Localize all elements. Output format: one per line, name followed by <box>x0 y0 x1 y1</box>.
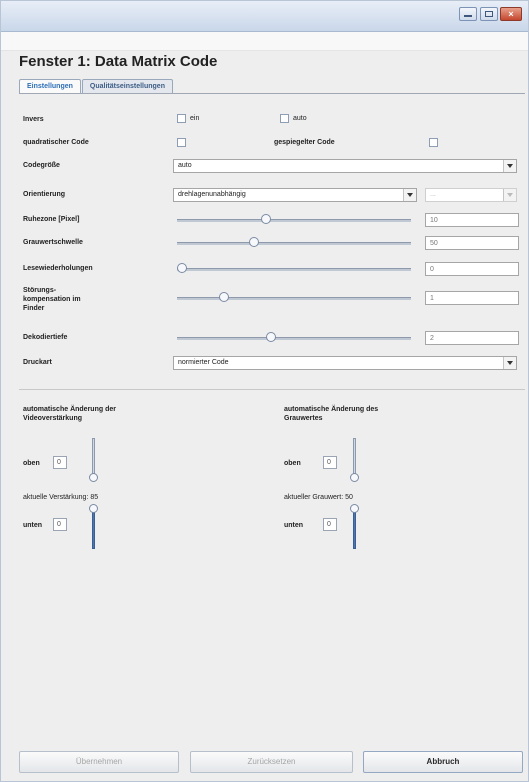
slider-track <box>177 268 411 271</box>
codegroesse-dropdown[interactable]: auto <box>173 159 517 173</box>
codegroesse-value: auto <box>178 162 192 169</box>
orientierung-value: drehlagenunabhängig <box>178 191 246 198</box>
section-divider <box>19 389 525 390</box>
quadratischer-code-checkbox[interactable] <box>177 138 186 147</box>
cancel-button[interactable]: Abbruch <box>363 751 523 773</box>
ruhezone-field[interactable]: 10 <box>425 213 519 227</box>
druckart-dropdown[interactable]: normierter Code <box>173 356 517 370</box>
video-gain-oben-field[interactable]: 0 <box>53 456 67 469</box>
slider-thumb[interactable] <box>177 263 187 273</box>
quadratischer-code-label: quadratischer Code <box>23 139 89 146</box>
slider-thumb[interactable] <box>260 214 271 224</box>
slider-track <box>177 337 411 340</box>
ruhezone-slider[interactable] <box>177 213 411 227</box>
chevron-down-icon <box>403 189 416 201</box>
chevron-down-icon <box>503 357 516 369</box>
slider-thumb[interactable] <box>218 292 229 302</box>
slider-track <box>177 242 411 245</box>
grauwertschwelle-slider[interactable] <box>177 236 411 250</box>
stoerungskompensation-label-3: Finder <box>23 305 45 312</box>
lesewiederholungen-field[interactable]: 0 <box>425 262 519 276</box>
minimize-icon <box>464 15 472 17</box>
minimize-button[interactable] <box>459 7 477 21</box>
menu-strip <box>1 32 528 51</box>
video-gain-title-1: automatische Änderung der <box>23 406 116 413</box>
dekodiertiefe-field[interactable]: 2 <box>425 331 519 345</box>
slider-thumb[interactable] <box>350 473 359 482</box>
invers-label: Invers <box>23 116 44 123</box>
orientierung-secondary-dropdown: ... <box>425 188 517 202</box>
orientierung-dropdown[interactable]: drehlagenunabhängig <box>173 188 417 202</box>
stoerungskompensation-label-2: kompensation im <box>23 296 81 303</box>
tab-qualitaetseinstellungen[interactable]: Qualitätseinstellungen <box>81 79 173 93</box>
lesewiederholungen-slider[interactable] <box>177 262 411 276</box>
stoerungskompensation-slider[interactable] <box>177 291 411 305</box>
maximize-button[interactable] <box>480 7 498 21</box>
gray-value-oben-label: oben <box>284 460 301 467</box>
maximize-icon <box>485 11 493 17</box>
invers-ein-label: ein <box>190 115 200 122</box>
video-gain-unten-label: unten <box>23 522 43 529</box>
gray-value-unten-field[interactable]: 0 <box>323 518 337 531</box>
video-gain-oben-slider[interactable] <box>92 438 95 478</box>
lesewiederholungen-label: Lesewiederholungen <box>23 265 93 272</box>
page-title: Fenster 1: Data Matrix Code <box>19 53 218 70</box>
chevron-down-icon <box>503 189 516 201</box>
gray-value-oben-field[interactable]: 0 <box>323 456 337 469</box>
gray-value-unten-label: unten <box>284 522 304 529</box>
druckart-label: Druckart <box>23 359 52 366</box>
gespiegelter-code-label: gespiegelter Code <box>274 139 335 146</box>
tab-bar: Einstellungen Qualitätseinstellungen <box>19 79 174 93</box>
close-button[interactable]: × <box>500 7 522 21</box>
tab-einstellungen[interactable]: Einstellungen <box>19 79 81 93</box>
slider-thumb[interactable] <box>89 504 98 513</box>
gray-value-unten-slider[interactable] <box>353 509 356 549</box>
reset-button[interactable]: Zurücksetzen <box>190 751 353 773</box>
gray-value-status: aktueller Grauwert: 50 <box>284 494 353 501</box>
druckart-value: normierter Code <box>178 359 229 366</box>
grauwertschwelle-label: Grauwertschwelle <box>23 239 83 246</box>
main-window: × Fenster 1: Data Matrix Code Einstellun… <box>0 0 529 782</box>
video-gain-unten-field[interactable]: 0 <box>53 518 67 531</box>
settings-panel: Invers ein auto quadratischer Code gespi… <box>19 93 525 392</box>
video-gain-title-2: Videoverstärkung <box>23 415 83 422</box>
video-gain-status: aktuelle Verstärkung: 85 <box>23 494 99 501</box>
close-icon: × <box>508 9 514 19</box>
apply-button[interactable]: Übernehmen <box>19 751 179 773</box>
gray-value-title-1: automatische Änderung des <box>284 406 379 413</box>
slider-thumb[interactable] <box>265 332 276 342</box>
invers-ein-checkbox[interactable] <box>177 114 186 123</box>
invers-auto-label: auto <box>293 115 307 122</box>
video-gain-unten-slider[interactable] <box>92 509 95 549</box>
chevron-down-icon <box>503 160 516 172</box>
slider-track <box>177 297 411 300</box>
slider-track <box>177 219 411 222</box>
dekodiertiefe-label: Dekodiertiefe <box>23 334 68 341</box>
orientierung-label: Orientierung <box>23 191 66 198</box>
ruhezone-label: Ruhezone [Pixel] <box>23 216 80 223</box>
slider-thumb[interactable] <box>249 237 260 247</box>
dekodiertiefe-slider[interactable] <box>177 331 411 345</box>
gray-value-title-2: Grauwertes <box>284 415 323 422</box>
gespiegelter-code-checkbox[interactable] <box>429 138 438 147</box>
slider-thumb[interactable] <box>89 473 98 482</box>
video-gain-oben-label: oben <box>23 460 40 467</box>
gray-value-oben-slider[interactable] <box>353 438 356 478</box>
orientierung-secondary-value: ... <box>430 191 436 198</box>
invers-auto-checkbox[interactable] <box>280 114 289 123</box>
title-bar: × <box>1 1 528 32</box>
codegroesse-label: Codegröße <box>23 162 60 169</box>
stoerungskompensation-field[interactable]: 1 <box>425 291 519 305</box>
grauwertschwelle-field[interactable]: 50 <box>425 236 519 250</box>
slider-thumb[interactable] <box>350 504 359 513</box>
stoerungskompensation-label-1: Störungs- <box>23 287 57 294</box>
